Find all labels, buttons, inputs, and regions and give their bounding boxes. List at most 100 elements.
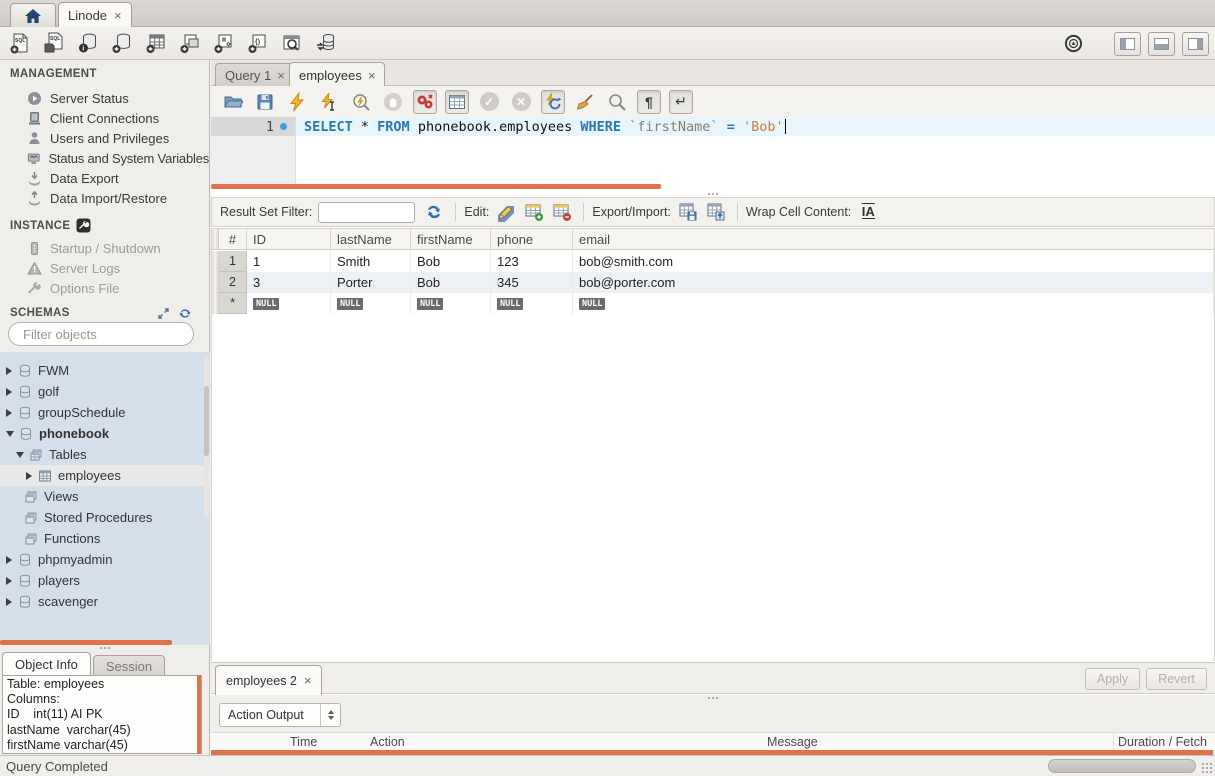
- cell-email[interactable]: bob@porter.com: [573, 272, 1214, 293]
- cell-lastname[interactable]: Porter: [331, 272, 411, 293]
- insert-row[interactable]: * NULL NULL NULL NULL NULL: [212, 293, 1214, 314]
- home-tab[interactable]: [10, 3, 56, 27]
- search-table-data-icon[interactable]: [280, 31, 304, 55]
- sidebar-splitter[interactable]: [0, 647, 209, 649]
- toggle-left-sidebar-button[interactable]: [1114, 32, 1141, 56]
- create-schema-icon[interactable]: [110, 31, 134, 55]
- sidebar-item-startup-shutdown[interactable]: Startup / Shutdown: [0, 238, 209, 258]
- tab-employees[interactable]: employees ×: [289, 62, 385, 87]
- schema-inspector-icon[interactable]: i: [76, 31, 100, 55]
- toggle-autocommit-button[interactable]: [541, 90, 565, 114]
- execute-icon[interactable]: [285, 90, 309, 114]
- sidebar-item-server-logs[interactable]: Server Logs: [0, 258, 209, 278]
- toggle-stop-on-error-button[interactable]: [413, 90, 437, 114]
- sidebar-item-system-variables[interactable]: Status and System Variables: [0, 148, 209, 168]
- sql-code-line[interactable]: SELECT * FROM phonebook.employees WHERE …: [296, 117, 1215, 136]
- sidebar-item-data-import[interactable]: Data Import/Restore: [0, 188, 209, 208]
- cell-id[interactable]: 3: [247, 272, 331, 293]
- delete-row-icon[interactable]: [551, 201, 573, 223]
- result-grid-toggle-button[interactable]: [445, 90, 469, 114]
- close-icon[interactable]: ×: [277, 68, 285, 83]
- edit-pencil-icon[interactable]: [495, 201, 517, 223]
- sidebar-item-client-connections[interactable]: Client Connections: [0, 108, 209, 128]
- result-filter-input[interactable]: [318, 202, 415, 223]
- rollback-icon[interactable]: ✕: [509, 90, 533, 114]
- output-splitter[interactable]: [211, 697, 1215, 699]
- window-resize-grip[interactable]: [1201, 762, 1213, 774]
- sidebar-item-users-privileges[interactable]: Users and Privileges: [0, 128, 209, 148]
- reconnect-dbms-icon[interactable]: [314, 31, 338, 55]
- bottom-scrollbar-thumb[interactable]: [1048, 759, 1196, 773]
- tab-query-1[interactable]: Query 1 ×: [215, 63, 295, 86]
- cell-firstname[interactable]: Bob: [411, 272, 491, 293]
- cell-id[interactable]: 1: [247, 251, 331, 272]
- sidebar-item-server-status[interactable]: Server Status: [0, 88, 209, 108]
- cell-null[interactable]: NULL: [411, 293, 491, 314]
- insert-row-icon[interactable]: [523, 201, 545, 223]
- cell-phone[interactable]: 345: [491, 272, 573, 293]
- column-header-rownum[interactable]: #: [219, 229, 247, 249]
- tree-item-schema-golf[interactable]: golf: [0, 381, 210, 402]
- cell-email[interactable]: bob@smith.com: [573, 251, 1214, 272]
- tree-item-schema-scavenger[interactable]: scavenger: [0, 591, 210, 612]
- connection-tab[interactable]: Linode ×: [58, 2, 132, 27]
- column-header-id[interactable]: ID: [247, 229, 331, 249]
- sidebar-item-data-export[interactable]: Data Export: [0, 168, 209, 188]
- export-recordset-icon[interactable]: [677, 201, 699, 223]
- wrap-text-button[interactable]: ↵: [669, 90, 693, 114]
- schema-filter-input[interactable]: [23, 327, 199, 342]
- tab-object-info[interactable]: Object Info: [2, 652, 91, 676]
- tree-item-table-employees[interactable]: employees: [0, 465, 210, 486]
- tree-horizontal-scrollbar[interactable]: [0, 640, 172, 645]
- column-header-message[interactable]: Message: [763, 733, 1113, 750]
- column-header-firstname[interactable]: firstName: [411, 229, 491, 249]
- toggle-bottom-panel-button[interactable]: [1148, 32, 1175, 56]
- tree-item-schema-phonebook[interactable]: phonebook: [0, 423, 210, 444]
- show-invisibles-button[interactable]: ¶: [637, 90, 661, 114]
- cell-null[interactable]: NULL: [331, 293, 411, 314]
- column-header-duration[interactable]: Duration / Fetch: [1113, 733, 1215, 750]
- open-sql-script-icon[interactable]: SQL: [42, 31, 66, 55]
- tree-item-schema-players[interactable]: players: [0, 570, 210, 591]
- cell-null[interactable]: NULL: [573, 293, 1214, 314]
- tree-item-views-folder[interactable]: Views: [0, 486, 210, 507]
- editor-horizontal-scrollbar[interactable]: [211, 184, 661, 189]
- revert-button[interactable]: Revert: [1146, 668, 1207, 690]
- spinner-arrows-icon[interactable]: [320, 704, 340, 726]
- close-icon[interactable]: ×: [114, 8, 122, 23]
- open-script-icon[interactable]: [221, 90, 245, 114]
- wrap-content-icon[interactable]: ΙA: [857, 201, 879, 223]
- create-table-icon[interactable]: [144, 31, 168, 55]
- tab-session[interactable]: Session: [93, 655, 165, 676]
- expand-icon[interactable]: [157, 307, 170, 320]
- sidebar-item-options-file[interactable]: Options File: [0, 278, 209, 298]
- explain-icon[interactable]: [349, 90, 373, 114]
- stop-icon[interactable]: [381, 90, 405, 114]
- save-script-icon[interactable]: [253, 90, 277, 114]
- create-view-icon[interactable]: [178, 31, 202, 55]
- result-tab-employees-2[interactable]: employees 2 ×: [215, 665, 322, 695]
- tree-item-schema-groupschedule[interactable]: groupSchedule: [0, 402, 210, 423]
- sql-editor[interactable]: SELECT * FROM phonebook.employees WHERE …: [211, 117, 1215, 184]
- status-indicator-icon[interactable]: [1061, 32, 1085, 56]
- commit-icon[interactable]: ✓: [477, 90, 501, 114]
- object-info-scrollbar[interactable]: [197, 675, 201, 754]
- output-selector[interactable]: Action Output: [219, 703, 341, 727]
- import-recordset-icon[interactable]: [705, 201, 727, 223]
- execute-current-icon[interactable]: [317, 90, 341, 114]
- toggle-right-sidebar-button[interactable]: [1182, 32, 1209, 56]
- table-row[interactable]: 2 3 Porter Bob 345 bob@porter.com: [212, 272, 1214, 293]
- table-row[interactable]: 1 1 Smith Bob 123 bob@smith.com: [212, 251, 1214, 272]
- column-header-action[interactable]: Action: [366, 733, 763, 750]
- clear-icon[interactable]: [573, 90, 597, 114]
- create-procedure-icon[interactable]: [212, 31, 236, 55]
- tree-item-schema-phpmyadmin[interactable]: phpmyadmin: [0, 549, 210, 570]
- find-icon[interactable]: [605, 90, 629, 114]
- cell-null[interactable]: NULL: [491, 293, 573, 314]
- cell-lastname[interactable]: Smith: [331, 251, 411, 272]
- cell-firstname[interactable]: Bob: [411, 251, 491, 272]
- refresh-icon[interactable]: [178, 307, 192, 320]
- close-icon[interactable]: ×: [368, 68, 376, 83]
- tree-item-functions-folder[interactable]: Functions: [0, 528, 210, 549]
- apply-button[interactable]: Apply: [1085, 668, 1140, 690]
